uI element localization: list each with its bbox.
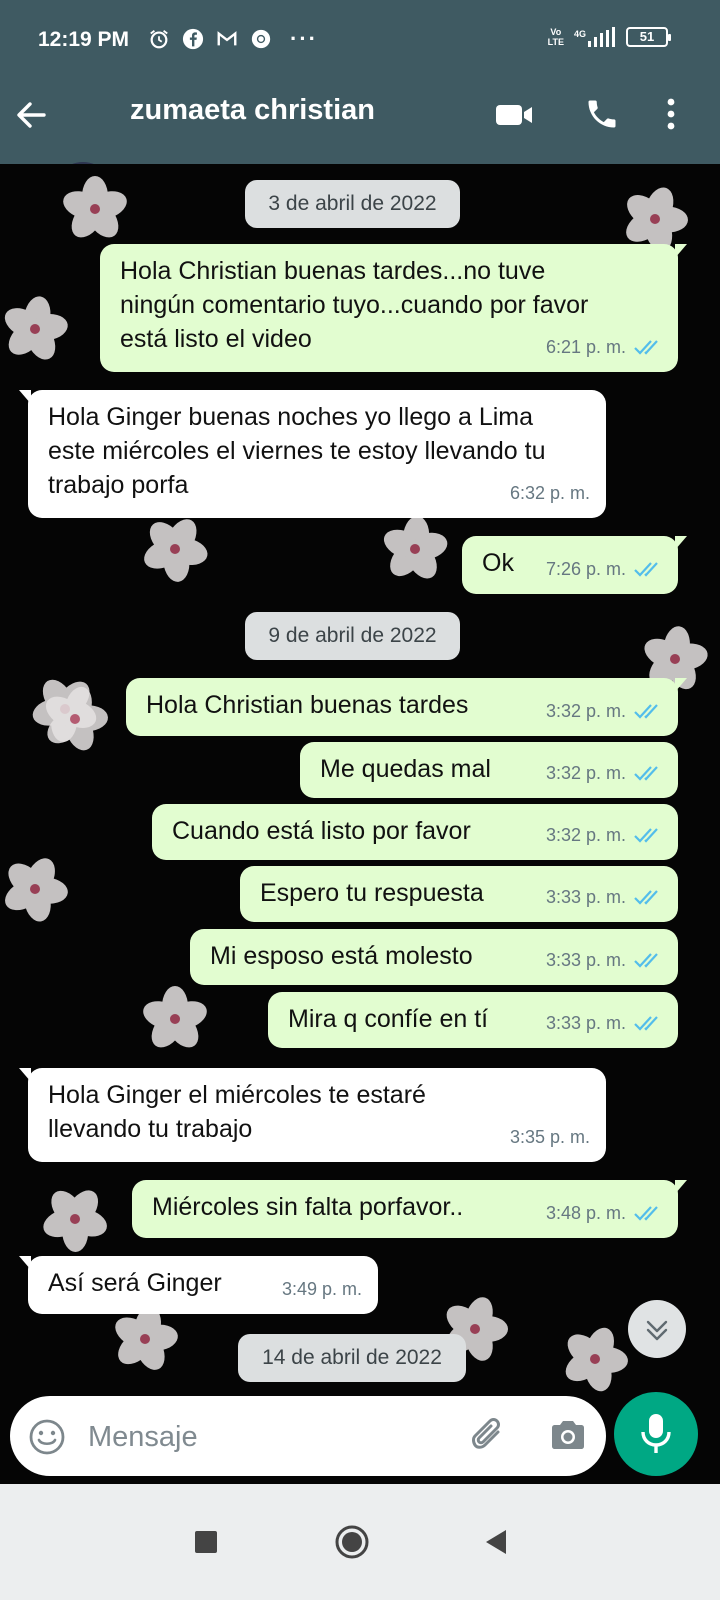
- wallpaper-flower: [139, 984, 211, 1054]
- wallpaper-flower: [560, 1323, 630, 1395]
- outgoing-message[interactable]: Hola Christian buenas tardes...no tuve n…: [100, 244, 687, 372]
- facebook-icon: [182, 28, 204, 50]
- signal-indicator: 4G: [574, 27, 616, 47]
- wallpaper-flower: [139, 513, 210, 584]
- double-check-icon: [634, 562, 658, 577]
- microphone-icon: [641, 1414, 671, 1453]
- message-text: Hola Ginger el miércoles te estaré lleva…: [48, 1081, 426, 1143]
- message-meta: 6:21 p. m.: [546, 330, 662, 364]
- double-check-icon: [634, 340, 658, 355]
- double-chevron-down-icon: [646, 1320, 668, 1341]
- message-time: 7:26 p. m.: [545, 559, 626, 579]
- wallpaper-flower: [39, 1184, 111, 1254]
- message-time: 6:21 p. m.: [545, 337, 626, 357]
- outgoing-message[interactable]: Miércoles sin falta porfavor.. 3:48 p. m…: [132, 1180, 687, 1238]
- chat-header: zumaeta christian: [0, 80, 720, 224]
- alarm-icon: [150, 30, 168, 49]
- signal-bars-icon: [588, 27, 615, 47]
- back-arrow-icon[interactable]: [14, 98, 48, 132]
- attachment-icon[interactable]: [468, 1414, 508, 1456]
- outgoing-message[interactable]: Espero tu respuesta 3:33 p. m.: [240, 866, 678, 922]
- home-icon[interactable]: [332, 1522, 372, 1562]
- outgoing-message[interactable]: Mi esposo está molesto 3:33 p. m.: [190, 929, 678, 985]
- message-meta: 3:33 p. m.: [546, 1006, 662, 1040]
- message-meta: 3:49 p. m.: [282, 1272, 362, 1306]
- emoji-icon[interactable]: [28, 1418, 66, 1456]
- battery-indicator: 51: [626, 27, 671, 47]
- video-call-icon[interactable]: [494, 98, 534, 132]
- message-meta: 7:26 p. m.: [546, 552, 662, 586]
- incoming-message[interactable]: Hola Ginger buenas noches yo llego a Lim…: [19, 390, 606, 518]
- message-time: 3:35 p. m.: [509, 1127, 590, 1147]
- double-check-icon: [634, 890, 658, 905]
- double-check-icon: [634, 1016, 658, 1031]
- camera-icon[interactable]: [548, 1416, 588, 1454]
- date-separator: 9 de abril de 2022: [245, 612, 460, 660]
- message-meta: 3:48 p. m.: [546, 1196, 662, 1230]
- message-meta: 3:33 p. m.: [546, 943, 662, 977]
- status-time: 12:19 PM: [38, 28, 130, 51]
- message-meta: 3:35 p. m.: [510, 1120, 590, 1154]
- message-meta: 6:32 p. m.: [510, 476, 590, 510]
- message-time: 3:32 p. m.: [545, 763, 626, 783]
- double-check-icon: [634, 1206, 658, 1221]
- wallpaper-flower: [59, 174, 131, 244]
- message-meta: 3:33 p. m.: [546, 880, 662, 914]
- incoming-message[interactable]: Hola Ginger el miércoles te estaré lleva…: [19, 1068, 606, 1162]
- system-navigation-bar: [0, 1484, 720, 1600]
- contact-name[interactable]: zumaeta christian: [130, 94, 375, 127]
- message-composer: [10, 1396, 606, 1476]
- volte-indicator: Vo LTE: [547, 27, 564, 47]
- wallpaper-flower: [0, 853, 70, 924]
- message-time: 3:33 p. m.: [545, 950, 626, 970]
- outgoing-message[interactable]: Mira q confíe en tí 3:33 p. m.: [268, 992, 678, 1048]
- message-meta: 3:32 p. m.: [546, 818, 662, 852]
- message-input[interactable]: [88, 1414, 448, 1460]
- date-separator: 3 de abril de 2022: [245, 180, 460, 228]
- wallpaper-flower: [379, 514, 451, 584]
- outgoing-message[interactable]: Hola Christian buenas tardes 3:32 p. m.: [126, 678, 687, 736]
- message-time: 3:49 p. m.: [281, 1279, 362, 1299]
- double-check-icon: [634, 953, 658, 968]
- incoming-message[interactable]: Así será Ginger 3:49 p. m.: [19, 1256, 378, 1314]
- message-text: Hola Ginger buenas noches yo llego a Lim…: [48, 403, 546, 499]
- message-time: 3:33 p. m.: [545, 887, 626, 907]
- system-indicators: Vo LTE 4G 51: [547, 27, 671, 47]
- wallpaper-flower: [0, 294, 70, 365]
- message-meta: 3:32 p. m.: [546, 756, 662, 790]
- chrome-icon: [251, 29, 271, 49]
- outgoing-message[interactable]: Ok 7:26 p. m.: [462, 536, 687, 594]
- notification-icons: ···: [148, 28, 318, 50]
- message-time: 3:32 p. m.: [545, 825, 626, 845]
- double-check-icon: [634, 766, 658, 781]
- back-icon[interactable]: [476, 1522, 516, 1562]
- date-separator: 14 de abril de 2022: [238, 1334, 466, 1382]
- double-check-icon: [634, 704, 658, 719]
- message-time: 3:32 p. m.: [545, 701, 626, 721]
- chat-area[interactable]: 3 de abril de 2022 9 de abril de 2022 14…: [0, 164, 720, 1514]
- more-options-icon[interactable]: [664, 96, 678, 132]
- status-bar: 12:19 PM ··· Vo LTE 4G 51: [0, 0, 720, 80]
- voice-message-button[interactable]: [614, 1392, 698, 1476]
- message-time: 3:48 p. m.: [545, 1203, 626, 1223]
- message-time: 6:32 p. m.: [509, 483, 590, 503]
- more-notifications-icon: ···: [290, 26, 318, 51]
- outgoing-message[interactable]: Cuando está listo por favor 3:32 p. m.: [152, 804, 678, 860]
- gmail-icon: [217, 31, 237, 46]
- double-check-icon: [634, 828, 658, 843]
- recent-apps-icon[interactable]: [186, 1522, 226, 1562]
- outgoing-message[interactable]: Me quedas mal 3:32 p. m.: [300, 742, 678, 798]
- message-meta: 3:32 p. m.: [546, 694, 662, 728]
- wallpaper-flower: [109, 1304, 180, 1375]
- message-time: 3:33 p. m.: [545, 1013, 626, 1033]
- wallpaper-flower: [40, 683, 110, 755]
- phone-call-icon[interactable]: [584, 96, 620, 132]
- scroll-to-bottom-button[interactable]: [628, 1300, 686, 1358]
